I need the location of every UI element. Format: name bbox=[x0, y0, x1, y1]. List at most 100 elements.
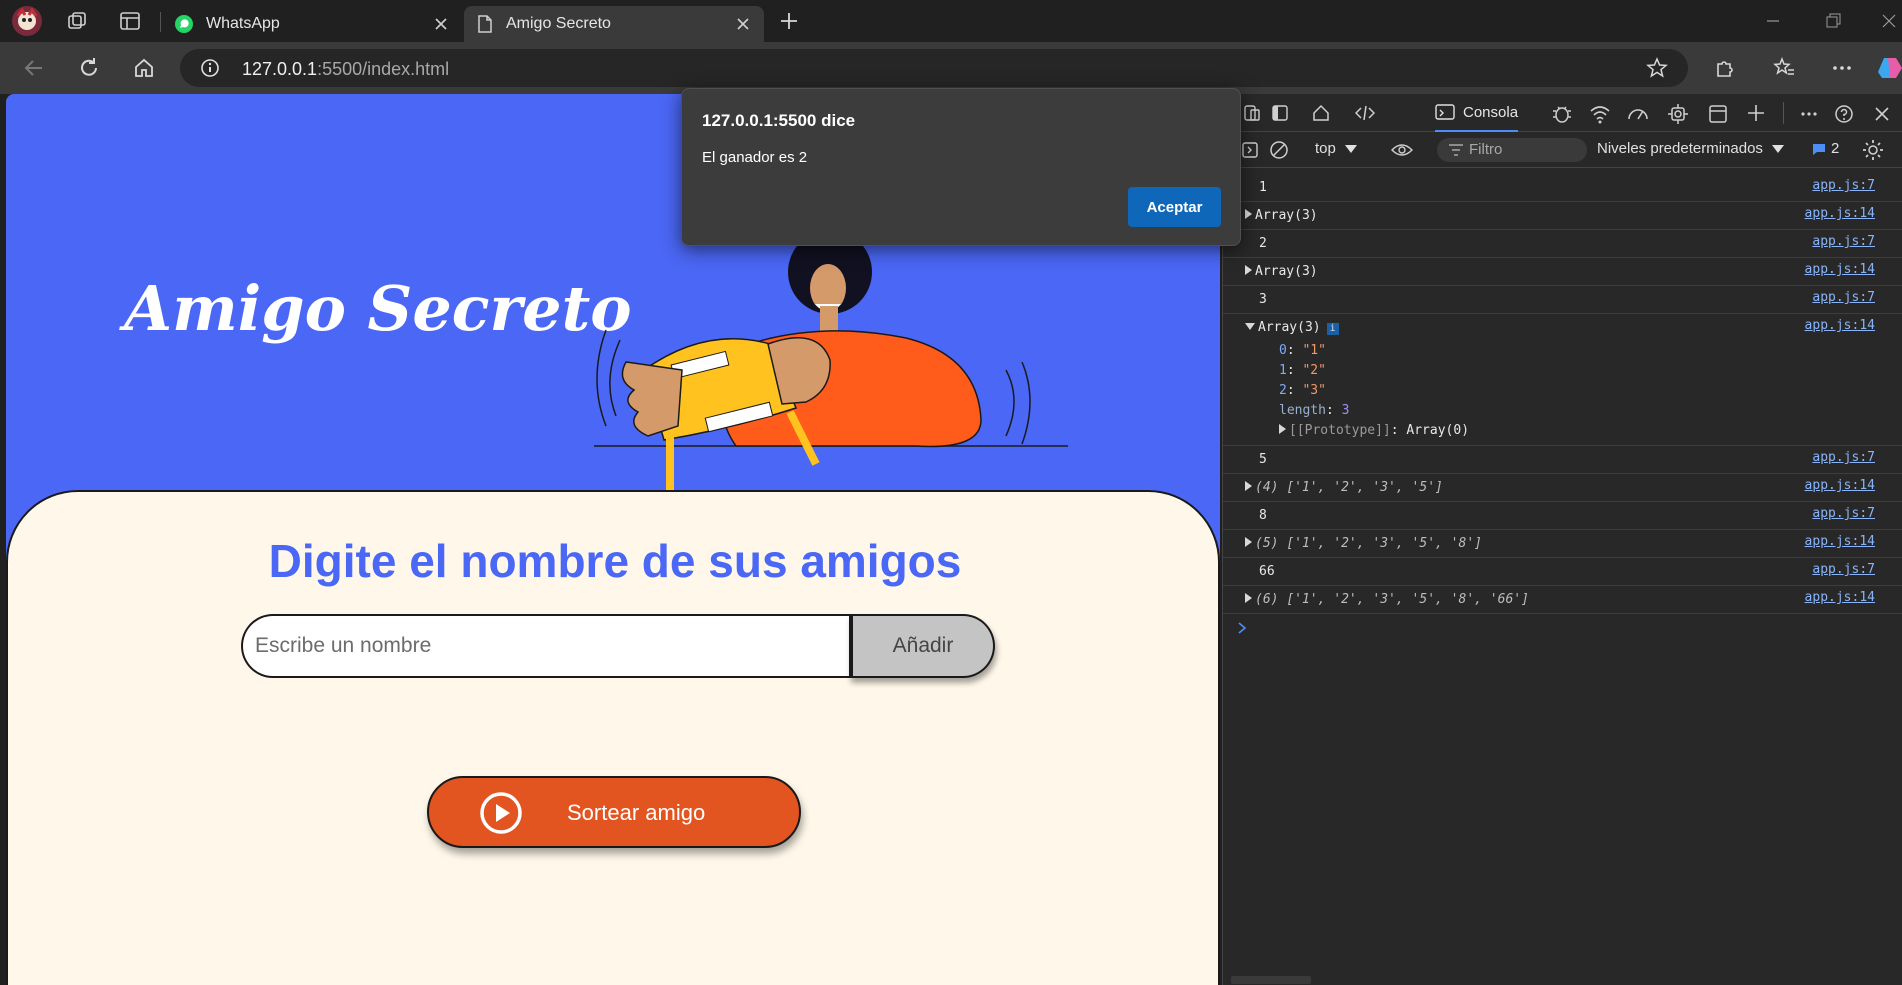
devtools-more-icon[interactable] bbox=[1799, 104, 1819, 124]
close-devtools-icon[interactable] bbox=[1871, 103, 1893, 125]
log-row-expanded[interactable]: Array(3) i app.js:14 0: "1" 1: "2" 2: "3"… bbox=[1223, 314, 1902, 446]
dialog-message: El ganador es 2 bbox=[702, 149, 808, 166]
log-row: 2 app.js:7 bbox=[1223, 230, 1902, 258]
new-tab-icon[interactable] bbox=[778, 10, 800, 32]
restore-icon[interactable] bbox=[1822, 10, 1844, 32]
more-tools-plus-icon[interactable] bbox=[1745, 102, 1767, 124]
favorite-star-icon[interactable] bbox=[1646, 57, 1668, 79]
log-source-link[interactable]: app.js:14 bbox=[1805, 206, 1875, 221]
extensions-icon[interactable] bbox=[1712, 56, 1736, 80]
help-icon[interactable] bbox=[1833, 103, 1855, 125]
url-text[interactable]: 127.0.0.1:5500/index.html bbox=[242, 59, 449, 80]
log-source-link[interactable]: app.js:7 bbox=[1812, 450, 1875, 465]
log-row: 1 app.js:7 bbox=[1223, 174, 1902, 202]
log-message: 1 bbox=[1259, 180, 1267, 195]
expand-triangle-icon[interactable] bbox=[1245, 209, 1252, 219]
log-message: 2 bbox=[1259, 236, 1267, 251]
console-filter-input[interactable]: Filtro bbox=[1437, 138, 1587, 162]
performance-icon[interactable] bbox=[1627, 103, 1649, 125]
sources-bug-icon[interactable] bbox=[1551, 103, 1573, 125]
whatsapp-icon bbox=[175, 15, 193, 33]
expand-triangle-icon[interactable] bbox=[1245, 593, 1252, 603]
dock-side-icon[interactable] bbox=[1271, 104, 1289, 122]
sidebar-toggle-icon[interactable] bbox=[1241, 141, 1259, 159]
close-tab-icon[interactable] bbox=[432, 15, 450, 33]
welcome-home-icon[interactable] bbox=[1311, 103, 1331, 123]
log-row: 5 app.js:7 bbox=[1223, 446, 1902, 474]
friend-name-input[interactable] bbox=[241, 614, 851, 678]
application-icon[interactable] bbox=[1707, 103, 1729, 125]
add-button[interactable]: Añadir bbox=[849, 614, 995, 678]
log-row[interactable]: (5) ['1', '2', '3', '5', '8'] app.js:14 bbox=[1223, 530, 1902, 558]
elements-icon[interactable] bbox=[1355, 104, 1375, 122]
log-source-link[interactable]: app.js:7 bbox=[1812, 290, 1875, 305]
copilot-icon[interactable] bbox=[1878, 54, 1902, 82]
network-wifi-icon[interactable] bbox=[1589, 103, 1611, 125]
tab-amigo-secreto[interactable]: Amigo Secreto bbox=[464, 6, 764, 42]
devtools-panel: Consola top Filtro Niveles predeterminad… bbox=[1222, 94, 1902, 985]
log-source-link[interactable]: app.js:7 bbox=[1812, 234, 1875, 249]
accept-button[interactable]: Aceptar bbox=[1128, 187, 1221, 227]
expand-triangle-icon[interactable] bbox=[1245, 537, 1252, 547]
issues-counter[interactable]: 2 bbox=[1811, 140, 1839, 157]
reload-icon[interactable] bbox=[77, 56, 101, 80]
tab-title: WhatsApp bbox=[206, 15, 280, 32]
device-toolbar-icon[interactable] bbox=[1243, 104, 1261, 122]
chevron-down-icon bbox=[1344, 144, 1357, 153]
log-source-link[interactable]: app.js:7 bbox=[1812, 562, 1875, 577]
draw-friend-button[interactable]: Sortear amigo bbox=[427, 776, 801, 848]
minimize-icon[interactable] bbox=[1762, 10, 1784, 32]
log-levels-selector[interactable]: Niveles predeterminados bbox=[1597, 140, 1785, 157]
close-window-icon[interactable] bbox=[1878, 10, 1900, 32]
expand-triangle-icon[interactable] bbox=[1245, 265, 1252, 275]
collapse-triangle-icon[interactable] bbox=[1245, 323, 1255, 330]
array-entry: 1: "2" bbox=[1279, 363, 1326, 378]
back-icon[interactable] bbox=[22, 56, 46, 80]
home-icon[interactable] bbox=[132, 56, 156, 80]
console-prompt[interactable] bbox=[1223, 614, 1902, 642]
draw-button-label: Sortear amigo bbox=[567, 800, 706, 825]
tab-strip: WhatsApp Amigo Secreto bbox=[0, 0, 1902, 42]
expand-triangle-icon bbox=[1279, 424, 1286, 434]
log-row[interactable]: (4) ['1', '2', '3', '5'] app.js:14 bbox=[1223, 474, 1902, 502]
log-row[interactable]: (6) ['1', '2', '3', '5', '8', '66'] app.… bbox=[1223, 586, 1902, 614]
info-icon[interactable]: i bbox=[1326, 323, 1339, 335]
log-source-link[interactable]: app.js:14 bbox=[1805, 262, 1875, 277]
log-message: ['1', '2', '3', '5', '8', '66'] bbox=[1286, 592, 1529, 607]
horizontal-scrollbar[interactable] bbox=[1231, 976, 1311, 984]
console-settings-gear-icon[interactable] bbox=[1861, 138, 1885, 162]
log-source-link[interactable]: app.js:14 bbox=[1805, 534, 1875, 549]
array-prototype[interactable]: [[Prototype]]: Array(0) bbox=[1279, 421, 1902, 441]
array-entry: 2: "3" bbox=[1279, 383, 1326, 398]
log-source-link[interactable]: app.js:7 bbox=[1812, 506, 1875, 521]
log-source-link[interactable]: app.js:14 bbox=[1805, 590, 1875, 605]
more-menu-icon[interactable] bbox=[1830, 56, 1854, 80]
favorites-icon[interactable] bbox=[1772, 56, 1796, 80]
tab-console[interactable]: Consola bbox=[1435, 94, 1519, 132]
context-selector[interactable]: top bbox=[1315, 140, 1358, 157]
expand-triangle-icon[interactable] bbox=[1245, 481, 1252, 491]
workspaces-icon[interactable] bbox=[66, 10, 88, 32]
tab-divider bbox=[160, 12, 161, 32]
tab-actions-icon[interactable] bbox=[119, 10, 141, 32]
close-tab-icon[interactable] bbox=[734, 15, 752, 33]
log-row[interactable]: Array(3) app.js:14 bbox=[1223, 258, 1902, 286]
address-bar[interactable]: 127.0.0.1:5500/index.html bbox=[180, 49, 1688, 87]
clear-console-icon[interactable] bbox=[1269, 140, 1289, 160]
profile-icon bbox=[16, 7, 38, 30]
log-source-link[interactable]: app.js:14 bbox=[1805, 318, 1875, 333]
site-info-icon[interactable] bbox=[200, 58, 220, 78]
tab-whatsapp[interactable]: WhatsApp bbox=[166, 6, 462, 42]
log-source-link[interactable]: app.js:7 bbox=[1812, 178, 1875, 193]
log-message: ['1', '2', '3', '5', '8'] bbox=[1286, 536, 1482, 551]
settings-chip-icon[interactable] bbox=[1667, 103, 1689, 125]
live-expression-eye-icon[interactable] bbox=[1391, 140, 1413, 160]
profile-avatar[interactable] bbox=[12, 6, 42, 36]
tab-title: Amigo Secreto bbox=[506, 15, 611, 32]
log-message: 5 bbox=[1259, 452, 1267, 467]
log-source-link[interactable]: app.js:14 bbox=[1805, 478, 1875, 493]
dialog-title: 127.0.0.1:5500 dice bbox=[702, 111, 856, 130]
log-row[interactable]: Array(3) app.js:14 bbox=[1223, 202, 1902, 230]
filter-placeholder: Filtro bbox=[1469, 141, 1503, 158]
console-tab-label: Consola bbox=[1463, 103, 1519, 121]
